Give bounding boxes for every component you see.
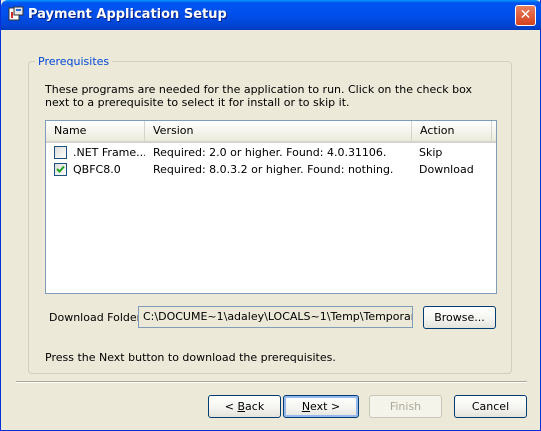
finish-button[interactable]: Finish — [369, 395, 442, 418]
column-header-name[interactable]: Name — [46, 121, 145, 141]
checkbox-dotnet[interactable] — [54, 146, 67, 159]
item-name: .NET Frame... — [73, 146, 145, 159]
prerequisites-description: These programs are needed for the applic… — [45, 83, 473, 109]
setup-window: Payment Application Setup ✕ Prerequisite… — [0, 0, 541, 431]
column-header-version[interactable]: Version — [145, 121, 412, 141]
title-bar[interactable]: Payment Application Setup ✕ — [1, 0, 541, 30]
instructions-text: Press the Next button to download the pr… — [45, 351, 336, 364]
list-item[interactable]: QBFC8.0 Required: 8.0.3.2 or higher. Fou… — [46, 161, 496, 178]
column-header-action[interactable]: Action — [412, 121, 492, 141]
back-prefix: < — [224, 400, 238, 413]
checkmark-icon — [56, 165, 65, 173]
item-action: Skip — [419, 146, 443, 159]
list-header: Name Version Action — [46, 121, 496, 143]
close-icon: ✕ — [519, 7, 532, 23]
next-key: N — [301, 400, 311, 413]
cancel-button[interactable]: Cancel — [454, 395, 527, 418]
back-key: B — [237, 400, 246, 413]
close-button[interactable]: ✕ — [515, 5, 536, 26]
browse-button[interactable]: Browse... — [423, 306, 496, 329]
item-version: Required: 8.0.3.2 or higher. Found: noth… — [153, 163, 394, 176]
prerequisites-list[interactable]: Name Version Action .NET Frame... Requir… — [45, 120, 497, 294]
separator — [16, 381, 527, 383]
item-action: Download — [419, 163, 474, 176]
item-name: QBFC8.0 — [73, 163, 121, 176]
back-rest: ack — [245, 400, 265, 413]
item-version: Required: 2.0 or higher. Found: 4.0.3110… — [153, 146, 387, 159]
group-label: Prerequisites — [35, 55, 113, 68]
download-folder-field[interactable]: C:\DOCUME~1\adaley\LOCALS~1\Temp\Tempora… — [138, 306, 413, 328]
setup-icon — [8, 6, 24, 22]
list-item[interactable]: .NET Frame... Required: 2.0 or higher. F… — [46, 144, 496, 161]
download-folder-label: Download Folder: — [49, 311, 145, 324]
next-rest: ext > — [310, 400, 341, 413]
window-title: Payment Application Setup — [28, 7, 227, 22]
next-button[interactable]: Next > — [283, 395, 359, 418]
back-button[interactable]: < Back — [208, 395, 281, 418]
checkbox-qbfc[interactable] — [54, 163, 67, 176]
